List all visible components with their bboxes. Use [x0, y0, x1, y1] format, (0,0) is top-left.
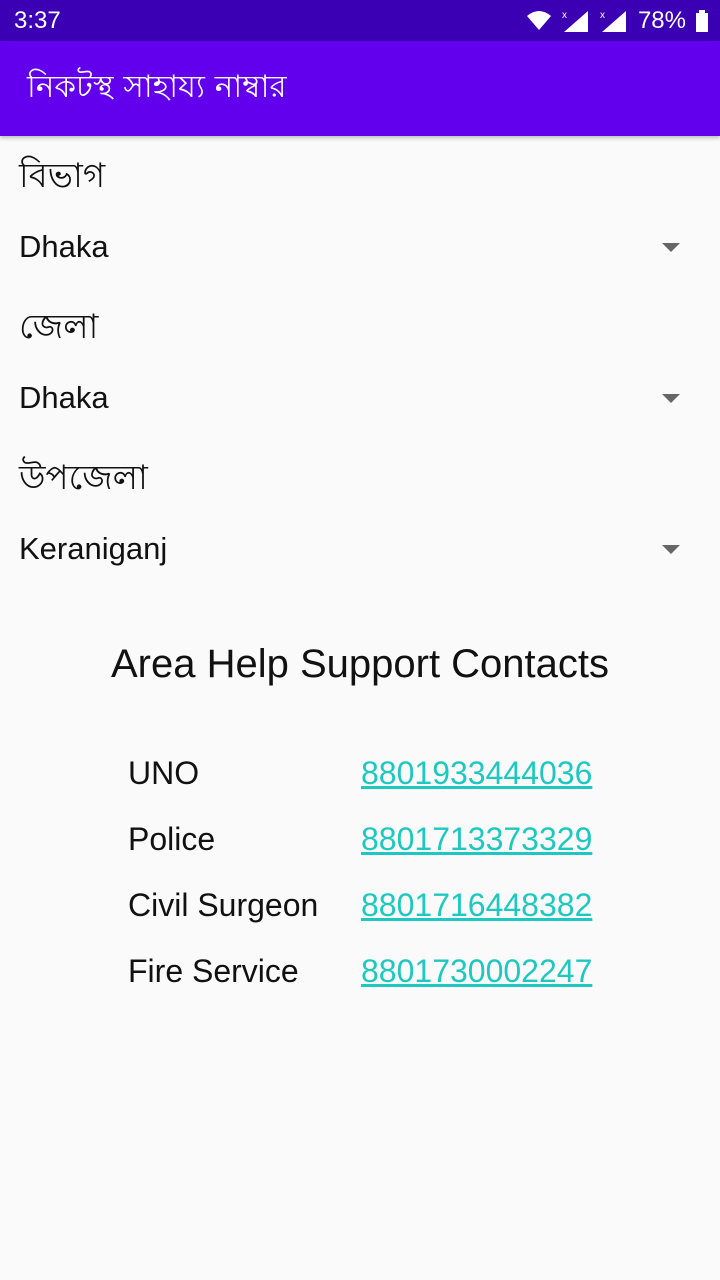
app-title: নিকটস্থ সাহায্য নাম্বার [27, 68, 287, 105]
contact-name: Civil Surgeon [128, 886, 319, 923]
signal-icon: x [562, 10, 588, 32]
app-bar: নিকটস্থ সাহায্য নাম্বার [0, 41, 720, 136]
status-icons: x x 78% [526, 7, 708, 35]
status-time: 3:37 [14, 6, 61, 34]
wifi-icon [526, 10, 551, 30]
phone-link[interactable]: 8801713373329 [361, 821, 592, 858]
contacts-list: UNO 8801933444036 Police 8801713373329 C… [128, 740, 648, 1004]
division-value: Dhaka [19, 229, 109, 264]
battery-icon [696, 9, 708, 32]
contact-name: UNO [128, 754, 200, 791]
contacts-title: Area Help Support Contacts [110, 642, 610, 686]
status-bar: 3:37 x x 78% [0, 0, 720, 41]
district-value: Dhaka [19, 380, 109, 415]
upazila-value: Keraniganj [19, 531, 168, 566]
battery-percent: 78% [637, 6, 686, 34]
phone-link[interactable]: 8801933444036 [361, 755, 592, 792]
upazila-label: উপজেলা [19, 458, 148, 498]
phone-link[interactable]: 8801730002247 [361, 953, 592, 990]
division-label: বিভাগ [19, 156, 106, 196]
contact-name: Police [128, 820, 216, 857]
division-select[interactable]: Dhaka [0, 217, 720, 277]
contact-row: Police 8801713373329 [128, 806, 648, 872]
signal-icon: x [600, 10, 626, 32]
district-label: জেলা [19, 307, 99, 347]
svg-text:x: x [562, 10, 567, 21]
dropdown-arrow-icon [662, 243, 680, 252]
contact-name: Fire Service [128, 952, 299, 989]
phone-link[interactable]: 8801716448382 [361, 887, 592, 924]
contact-row: Civil Surgeon 8801716448382 [128, 872, 648, 938]
contact-row: UNO 8801933444036 [128, 740, 648, 806]
upazila-select[interactable]: Keraniganj [0, 519, 720, 579]
dropdown-arrow-icon [662, 394, 680, 403]
dropdown-arrow-icon [662, 545, 680, 554]
district-select[interactable]: Dhaka [0, 368, 720, 428]
contact-row: Fire Service 8801730002247 [128, 938, 648, 1004]
svg-text:x: x [600, 10, 605, 21]
